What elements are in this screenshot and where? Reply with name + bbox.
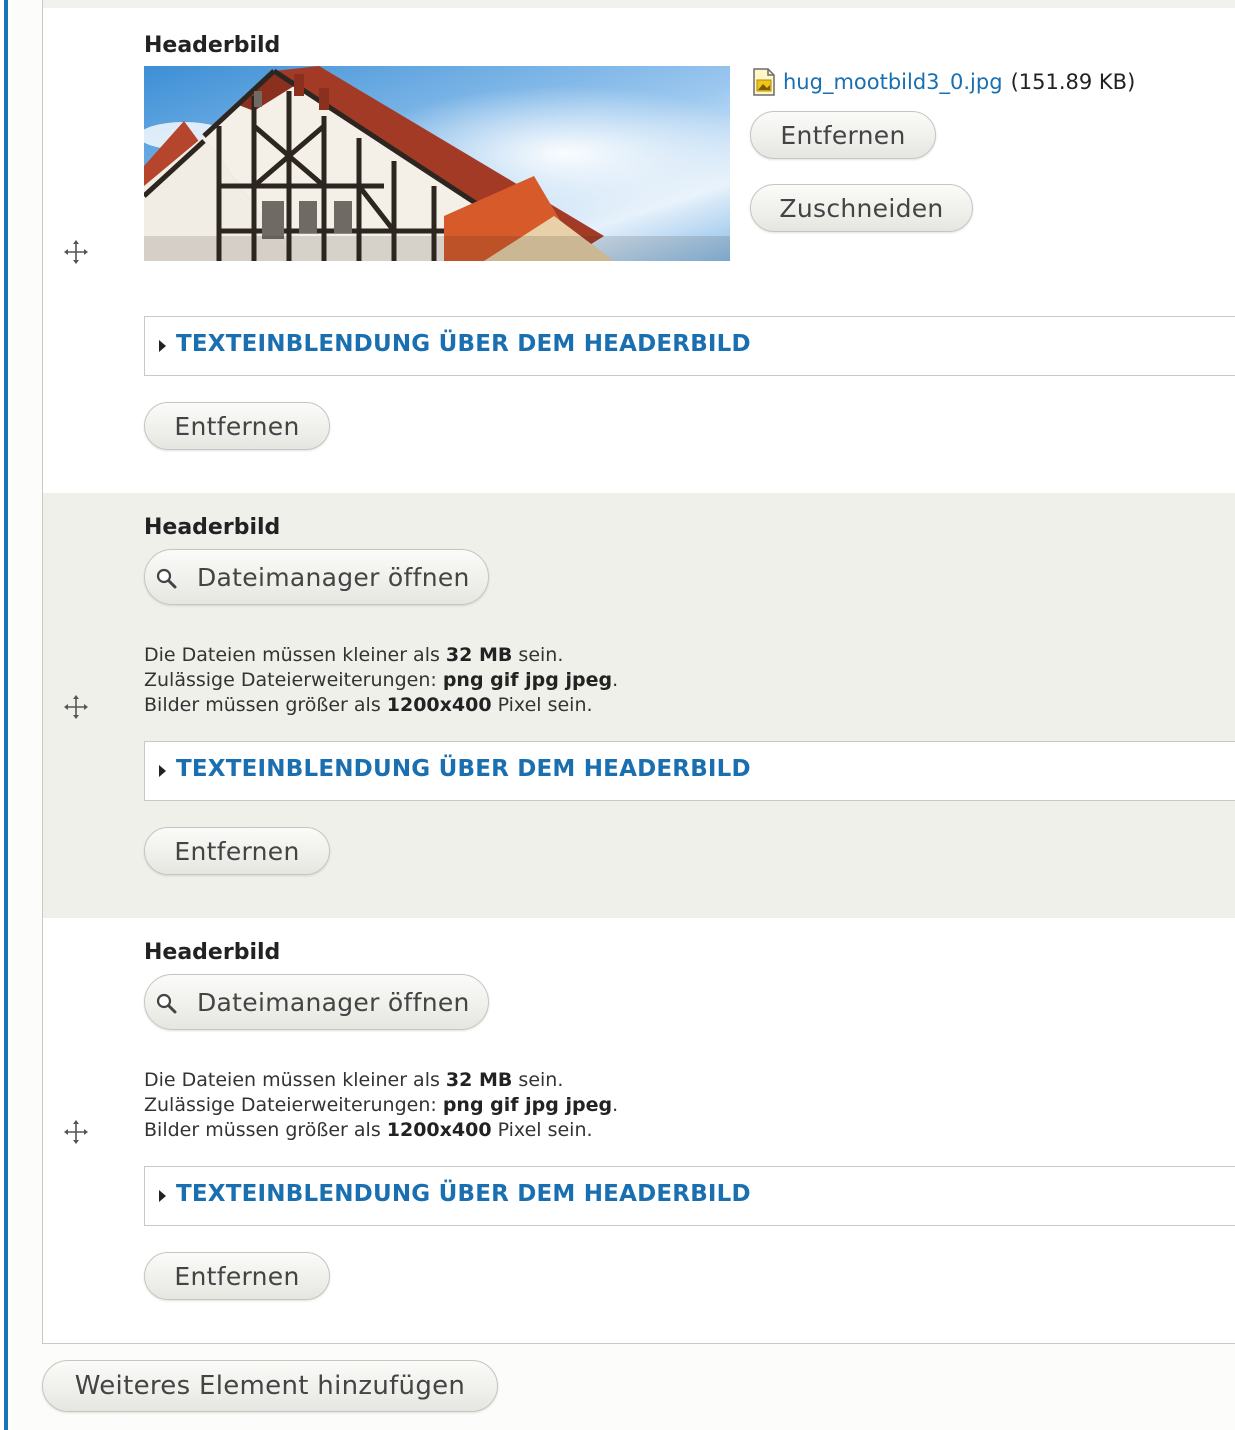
triangle-right-icon xyxy=(159,765,166,777)
field-label: Headerbild xyxy=(144,33,281,58)
table-row: Headerbild Dateimanager öffnen Die Datei… xyxy=(43,493,1235,918)
file-upload-help: Die Dateien müssen kleiner als 32 MB sei… xyxy=(144,644,619,716)
details-toggle[interactable]: TEXTEINBLENDUNG ÜBER DEM HEADERBILD xyxy=(144,1166,1235,1226)
details-summary[interactable]: TEXTEINBLENDUNG ÜBER DEM HEADERBILD xyxy=(176,1181,751,1207)
drag-handle-icon[interactable] xyxy=(63,239,89,265)
image-thumbnail xyxy=(144,66,730,261)
filemanager-button[interactable]: Dateimanager öffnen xyxy=(144,549,489,605)
image-file-icon xyxy=(753,68,775,96)
filemanager-label: Dateimanager öffnen xyxy=(197,987,470,1017)
remove-file-button[interactable]: Entfernen xyxy=(750,111,936,159)
drag-handle-icon[interactable] xyxy=(63,694,89,720)
filemanager-button[interactable]: Dateimanager öffnen xyxy=(144,974,489,1030)
magnifier-icon xyxy=(155,991,177,1014)
details-summary[interactable]: TEXTEINBLENDUNG ÜBER DEM HEADERBILD xyxy=(176,331,751,357)
table-row: Headerbild hug_mootbild3_0.jpg (151.89 K… xyxy=(43,8,1235,493)
file-link[interactable]: hug_mootbild3_0.jpg xyxy=(783,70,1003,94)
crop-button[interactable]: Zuschneiden xyxy=(750,184,973,232)
details-summary[interactable]: TEXTEINBLENDUNG ÜBER DEM HEADERBILD xyxy=(176,756,751,782)
triangle-right-icon xyxy=(159,1190,166,1202)
file-size: (151.89 KB) xyxy=(1010,70,1136,94)
field-label: Headerbild xyxy=(144,515,281,540)
magnifier-icon xyxy=(155,566,177,589)
add-more-button[interactable]: Weiteres Element hinzufügen xyxy=(42,1360,498,1412)
file-upload-help: Die Dateien müssen kleiner als 32 MB sei… xyxy=(144,1069,619,1141)
table-row: Headerbild Dateimanager öffnen Die Datei… xyxy=(43,918,1235,1343)
triangle-right-icon xyxy=(159,340,166,352)
remove-button[interactable]: Entfernen xyxy=(144,827,330,875)
multi-value-table: Headerbild hug_mootbild3_0.jpg (151.89 K… xyxy=(42,0,1235,1344)
remove-button[interactable]: Entfernen xyxy=(144,402,330,450)
details-toggle[interactable]: TEXTEINBLENDUNG ÜBER DEM HEADERBILD xyxy=(144,741,1235,801)
details-toggle[interactable]: TEXTEINBLENDUNG ÜBER DEM HEADERBILD xyxy=(144,316,1235,376)
file-info: hug_mootbild3_0.jpg (151.89 KB) xyxy=(753,68,1135,96)
active-region-indicator xyxy=(0,0,10,1430)
filemanager-label: Dateimanager öffnen xyxy=(197,562,470,592)
table-top-edge xyxy=(43,0,1235,8)
drag-handle-icon[interactable] xyxy=(63,1119,89,1145)
remove-button[interactable]: Entfernen xyxy=(144,1252,330,1300)
field-label: Headerbild xyxy=(144,940,281,965)
